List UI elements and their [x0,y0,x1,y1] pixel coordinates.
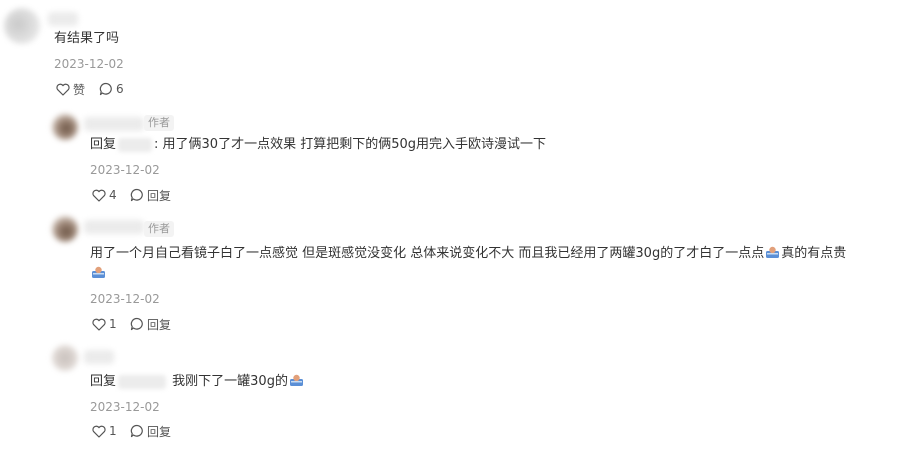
emoji-icon [92,266,105,278]
heart-icon [92,425,106,438]
like-count: 1 [109,424,117,438]
avatar[interactable] [4,8,40,44]
reply-text: 用了一个月自己看镜子白了一点感觉 但是斑感觉没变化 总体来说变化不大 而且我已经… [90,243,846,264]
speech-bubble-icon [130,424,143,438]
avatar[interactable] [52,216,78,242]
reply-button[interactable]: 6 [99,81,124,97]
like-button[interactable]: 1 [92,423,117,439]
speech-bubble-icon [130,188,143,202]
author-tag: 作者 [144,115,174,131]
mentioned-username[interactable] [118,374,167,389]
reply-label: 回复 [147,188,172,203]
reply-body: 用了一个月自己看镜子白了一点感觉 但是斑感觉没变化 总体来说变化不大 而且我已经… [90,246,765,261]
reply-text: 回复 : 用了俩30了才一点效果 打算把剩下的俩50g用完入手欧诗漫试一下 [90,134,546,155]
reply-text: 回复 我刚下了一罐30g的 [90,371,305,392]
comment-date: 2023-12-02 [54,57,124,71]
reply-label: 回复 [147,317,172,332]
reply-text-continued [90,263,107,284]
avatar[interactable] [52,114,78,140]
reply-body: 我刚下了一罐30g的 [168,374,288,389]
reply-button[interactable]: 回复 [130,187,171,203]
reply-body-end: 真的有点贵 [781,246,847,261]
mentioned-username[interactable] [118,137,153,152]
like-count: 1 [109,317,117,331]
username[interactable] [48,12,78,26]
heart-icon [56,83,70,96]
emoji-icon [289,374,303,386]
like-count: 4 [109,188,117,202]
heart-icon [92,318,106,331]
reply-prefix: 回复 [90,374,117,389]
reply-body: : 用了俩30了才一点效果 打算把剩下的俩50g用完入手欧诗漫试一下 [154,137,546,152]
username[interactable] [84,220,144,234]
reply-button[interactable]: 回复 [130,423,171,439]
reply-date: 2023-12-02 [90,400,160,414]
author-tag: 作者 [144,221,174,237]
heart-icon [92,189,106,202]
username[interactable] [84,350,114,364]
like-label: 赞 [73,82,86,97]
avatar[interactable] [52,345,78,371]
reply-date: 2023-12-02 [90,163,160,177]
username[interactable] [84,117,144,131]
speech-bubble-icon [99,82,112,96]
like-button[interactable]: 赞 [56,81,85,97]
reply-label: 回复 [147,424,172,439]
reply-count: 6 [116,82,124,96]
speech-bubble-icon [130,317,143,331]
like-button[interactable]: 1 [92,316,117,332]
reply-date: 2023-12-02 [90,292,160,306]
emoji-icon [766,246,780,258]
like-button[interactable]: 4 [92,187,117,203]
reply-prefix: 回复 [90,137,117,152]
reply-button[interactable]: 回复 [130,316,171,332]
comment-text: 有结果了吗 [54,31,120,46]
